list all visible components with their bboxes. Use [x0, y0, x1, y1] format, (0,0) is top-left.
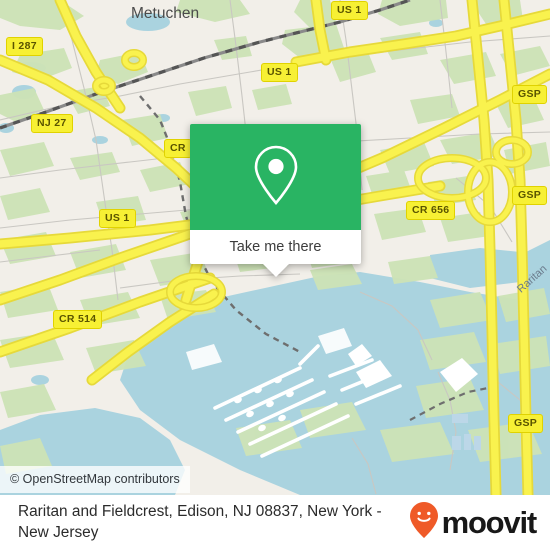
shield-gsp-mid[interactable]: GSP: [512, 186, 548, 205]
map-pin-icon: [250, 142, 302, 213]
shield-cr-656[interactable]: CR 656: [406, 201, 456, 220]
popup-header: [190, 124, 361, 230]
map-canvas[interactable]: Metuchen Raritan US 1 I 287 US 1 GSP NJ …: [0, 0, 550, 495]
footer-bar: Raritan and Fieldcrest, Edison, NJ 08837…: [0, 495, 550, 550]
shield-us-1-upper[interactable]: US 1: [261, 63, 298, 82]
location-popup[interactable]: Take me there: [190, 124, 361, 277]
shield-cr-514[interactable]: CR 514: [53, 310, 103, 329]
moovit-wordmark: moovit: [441, 505, 538, 540]
popup-tail-pointer: [262, 264, 289, 277]
shield-us-1-left[interactable]: US 1: [99, 209, 136, 228]
shield-us-1-top[interactable]: US 1: [331, 1, 368, 20]
shield-gsp-bottom[interactable]: GSP: [508, 414, 544, 433]
moovit-pin-icon: [409, 501, 439, 544]
shield-i-287[interactable]: I 287: [6, 37, 43, 56]
osm-attribution[interactable]: © OpenStreetMap contributors: [0, 466, 190, 493]
place-label-metuchen: Metuchen: [131, 5, 200, 22]
take-me-there-button[interactable]: Take me there: [190, 230, 361, 264]
shield-cr-hidden[interactable]: CR: [164, 139, 192, 158]
screenshot-root: Metuchen Raritan US 1 I 287 US 1 GSP NJ …: [0, 0, 550, 550]
osm-attribution-text: © OpenStreetMap contributors: [10, 472, 180, 486]
moovit-logo[interactable]: moovit: [409, 501, 550, 544]
location-title: Raritan and Fieldcrest, Edison, NJ 08837…: [18, 503, 382, 541]
shield-nj-27[interactable]: NJ 27: [31, 114, 73, 133]
shield-gsp-top[interactable]: GSP: [512, 85, 548, 104]
take-me-there-label: Take me there: [229, 239, 322, 255]
